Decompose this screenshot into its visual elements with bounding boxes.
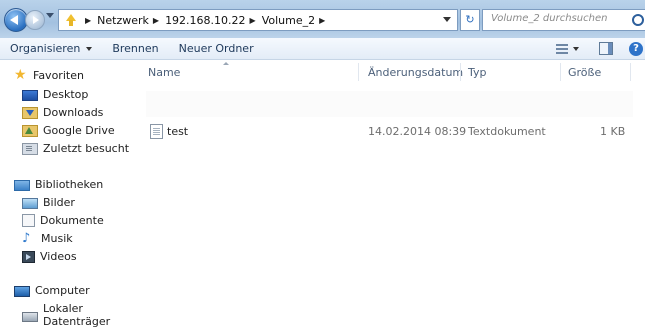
column-divider[interactable] xyxy=(630,63,631,81)
sidebar-item-label: Dokumente xyxy=(40,214,104,227)
videos-library-icon xyxy=(22,250,35,263)
column-header-modified[interactable]: Änderungsdatum xyxy=(368,66,463,79)
sidebar-item-pictures[interactable]: Bilder xyxy=(22,196,75,209)
file-row[interactable]: test 14.02.2014 08:39 Textdokument 1 KB xyxy=(146,120,633,140)
breadcrumb-host[interactable]: 192.168.10.22 xyxy=(165,14,245,27)
star-icon: ★ xyxy=(14,67,27,83)
new-folder-button[interactable]: Neuer Ordner xyxy=(179,42,254,55)
burn-button[interactable]: Brennen xyxy=(112,42,158,55)
desktop-icon xyxy=(22,90,38,101)
column-header-name[interactable]: Name xyxy=(148,66,180,79)
organize-button[interactable]: Organisieren xyxy=(10,42,93,55)
address-field[interactable]: ▶ Netzwerk ▶ 192.168.10.22 ▶ Volume_2 ▶ xyxy=(58,9,458,31)
search-input[interactable] xyxy=(489,12,623,25)
help-icon[interactable]: ? xyxy=(629,41,643,56)
change-view-icon[interactable] xyxy=(556,43,568,54)
file-modified: 14.02.2014 08:39 xyxy=(368,125,467,138)
file-name: test xyxy=(167,125,189,138)
sort-ascending-icon xyxy=(223,62,229,65)
sidebar-item-videos[interactable]: Videos xyxy=(22,250,77,263)
file-type: Textdokument xyxy=(468,125,546,138)
file-list: Name Änderungsdatum Typ Größe test 14.02… xyxy=(140,60,645,314)
sidebar-group-favorites[interactable]: ★ Favoriten xyxy=(14,67,84,83)
toolbar-right-group: ? xyxy=(556,38,645,59)
google-drive-folder-icon xyxy=(22,124,38,137)
text-document-icon xyxy=(150,124,163,139)
computer-icon xyxy=(14,285,30,297)
sidebar-item-recent-places[interactable]: Zuletzt besucht xyxy=(22,142,129,155)
recent-places-icon xyxy=(22,142,38,155)
sidebar-item-desktop[interactable]: Desktop xyxy=(22,88,88,101)
address-history-dropdown-icon[interactable] xyxy=(443,17,451,22)
sidebar-item-documents[interactable]: Dokumente xyxy=(22,214,104,227)
address-bar-region: ▶ Netzwerk ▶ 192.168.10.22 ▶ Volume_2 ▶ … xyxy=(0,0,645,38)
command-bar: Organisieren Brennen Neuer Ordner ? xyxy=(0,38,645,60)
sidebar-item-label: Videos xyxy=(40,250,77,263)
sidebar-group-libraries[interactable]: Bibliotheken xyxy=(14,178,103,191)
pictures-library-icon xyxy=(22,198,38,209)
recent-pages-dropdown[interactable] xyxy=(46,13,54,18)
sidebar-item-label: Bilder xyxy=(43,196,75,209)
organize-label: Organisieren xyxy=(10,42,81,55)
downloads-folder-icon xyxy=(22,106,38,119)
view-options-dropdown-icon[interactable] xyxy=(573,46,579,51)
sidebar-item-downloads[interactable]: Downloads xyxy=(22,106,103,119)
column-divider[interactable] xyxy=(460,63,461,81)
new-folder-label: Neuer Ordner xyxy=(178,42,254,55)
search-icon[interactable] xyxy=(632,14,644,26)
empty-row-area xyxy=(146,91,633,117)
network-folder-icon xyxy=(63,13,77,27)
breadcrumb-separator-icon[interactable]: ▶ xyxy=(250,16,256,25)
breadcrumb-separator-icon[interactable]: ▶ xyxy=(153,16,159,25)
sidebar-item-label: Musik xyxy=(41,232,73,245)
sidebar-item-label: Google Drive xyxy=(43,124,115,137)
hard-drive-icon xyxy=(22,311,38,322)
sidebar-item-local-disk[interactable]: Lokaler Datenträger xyxy=(22,302,140,328)
sidebar-item-label: Desktop xyxy=(43,88,89,101)
breadcrumb-network[interactable]: Netzwerk xyxy=(97,14,149,27)
preview-pane-icon[interactable] xyxy=(599,42,613,55)
sidebar-item-google-drive[interactable]: Google Drive xyxy=(22,124,115,137)
music-note-icon: ♪ xyxy=(22,231,31,246)
burn-label: Brennen xyxy=(112,42,159,55)
sidebar-item-label: Downloads xyxy=(43,106,104,119)
column-header-size[interactable]: Größe xyxy=(568,66,601,79)
breadcrumb-separator-icon[interactable]: ▶ xyxy=(85,16,91,25)
breadcrumb-separator-icon[interactable]: ▶ xyxy=(319,16,325,25)
sidebar-group-computer[interactable]: Computer xyxy=(14,284,90,297)
sidebar-group-label: Bibliotheken xyxy=(35,178,104,191)
column-divider[interactable] xyxy=(560,63,561,81)
search-box[interactable] xyxy=(482,9,645,31)
breadcrumb-volume[interactable]: Volume_2 xyxy=(262,14,315,27)
sidebar-group-label: Computer xyxy=(35,284,90,297)
chevron-down-icon xyxy=(86,46,93,51)
navigation-pane: ★ Favoriten Desktop Downloads Google Dri… xyxy=(0,60,140,328)
sidebar-item-music[interactable]: ♪ Musik xyxy=(22,232,73,245)
sidebar-group-label: Favoriten xyxy=(33,69,84,82)
column-header-type[interactable]: Typ xyxy=(468,66,487,79)
sidebar-item-label: Lokaler Datenträger xyxy=(43,302,111,328)
sidebar-item-label: Zuletzt besucht xyxy=(43,142,130,155)
file-size: 1 KB xyxy=(600,125,626,138)
forward-button[interactable] xyxy=(25,10,45,30)
column-divider[interactable] xyxy=(358,63,359,81)
refresh-button[interactable]: ↻ xyxy=(460,9,480,31)
documents-library-icon xyxy=(22,214,35,227)
libraries-icon xyxy=(14,180,30,191)
